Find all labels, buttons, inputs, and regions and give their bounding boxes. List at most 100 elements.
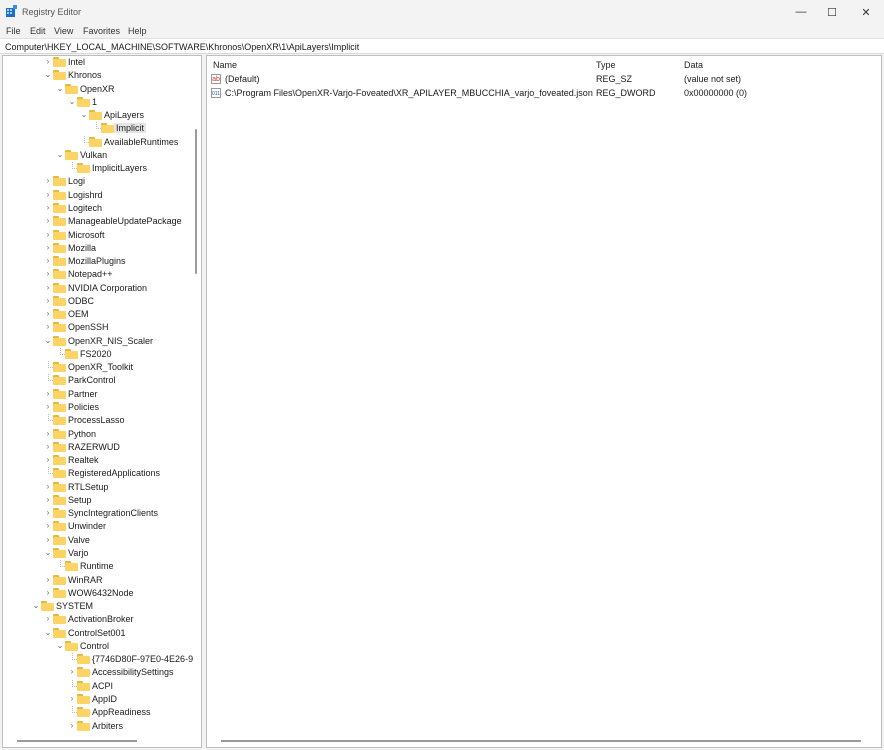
string-value-icon: ab <box>211 74 221 84</box>
maximize-button[interactable]: ☐ <box>817 2 847 22</box>
chevron-right-icon[interactable]: › <box>44 535 52 545</box>
folder-icon <box>77 654 90 665</box>
chevron-right-icon[interactable]: › <box>44 57 52 67</box>
folder-icon <box>53 388 66 399</box>
chevron-right-icon[interactable]: › <box>44 495 52 505</box>
value-name: C:\Program Files\OpenXR-Varjo-Foveated\X… <box>225 88 593 98</box>
chevron-right-icon[interactable]: › <box>44 230 52 240</box>
chevron-right-icon[interactable]: › <box>44 614 52 624</box>
window-title: Registry Editor <box>22 7 82 17</box>
tree-item-label: Mozilla <box>68 242 97 253</box>
chevron-down-icon[interactable]: ⌄ <box>32 601 40 611</box>
folder-icon <box>53 269 66 280</box>
value-row[interactable]: ab (Default) REG_SZ (value not set) <box>211 73 871 86</box>
chevron-down-icon[interactable]: ⌄ <box>56 150 64 160</box>
column-header-type[interactable]: Type <box>596 60 616 70</box>
chevron-right-icon[interactable]: › <box>68 721 76 731</box>
tree-vertical-scrollbar[interactable] <box>195 129 197 274</box>
tree-item-label: Python <box>68 428 97 439</box>
folder-icon <box>53 335 66 346</box>
tree-horizontal-scrollbar[interactable] <box>17 740 137 742</box>
folder-icon <box>41 601 54 612</box>
folder-icon <box>65 348 78 359</box>
chevron-right-icon[interactable]: › <box>44 442 52 452</box>
address-bar[interactable]: Computer\HKEY_LOCAL_MACHINE\SOFTWARE\Khr… <box>0 38 884 54</box>
folder-icon <box>53 176 66 187</box>
tree-item-label: Valve <box>68 534 90 545</box>
chevron-right-icon[interactable]: › <box>44 575 52 585</box>
chevron-right-icon[interactable]: › <box>44 190 52 200</box>
chevron-right-icon[interactable]: › <box>44 508 52 518</box>
chevron-right-icon[interactable]: › <box>68 694 76 704</box>
chevron-right-icon[interactable]: › <box>44 455 52 465</box>
value-row[interactable]: 011 C:\Program Files\OpenXR-Varjo-Foveat… <box>211 87 871 100</box>
tree-item-label: ACPI <box>92 680 114 691</box>
menu-file[interactable]: File <box>6 26 21 36</box>
tree-item-label: Implicit <box>114 123 147 134</box>
folder-icon <box>53 202 66 213</box>
chevron-down-icon[interactable]: ⌄ <box>44 548 52 558</box>
folder-icon <box>65 640 78 651</box>
tree-item-label: AccessibilitySettings <box>92 667 174 678</box>
tree-item-label: OpenXR_Toolkit <box>68 362 134 373</box>
tree-item-label: ParkControl <box>68 375 116 386</box>
tree-item-label: Intel <box>68 57 86 67</box>
chevron-down-icon[interactable]: ⌄ <box>56 84 64 94</box>
binary-value-icon: 011 <box>211 88 221 98</box>
folder-icon <box>65 561 78 572</box>
chevron-right-icon[interactable]: › <box>44 322 52 332</box>
tree-item-label: Varjo <box>68 547 89 558</box>
chevron-right-icon[interactable]: › <box>44 283 52 293</box>
tree-item-label: OpenSSH <box>68 322 109 333</box>
menu-favorites[interactable]: Favorites <box>83 26 120 36</box>
value-data: 0x00000000 (0) <box>684 88 748 98</box>
column-header-data[interactable]: Data <box>684 60 703 70</box>
value-type: REG_DWORD <box>596 88 656 98</box>
tree-item-label: Notepad++ <box>68 269 113 280</box>
chevron-right-icon[interactable]: › <box>44 429 52 439</box>
chevron-right-icon[interactable]: › <box>44 176 52 186</box>
chevron-down-icon[interactable]: ⌄ <box>80 110 88 120</box>
chevron-right-icon[interactable]: › <box>44 269 52 279</box>
chevron-right-icon[interactable]: › <box>44 482 52 492</box>
values-horizontal-scrollbar[interactable] <box>221 740 861 742</box>
tree-item-label: AvailableRuntimes <box>104 136 179 147</box>
chevron-right-icon[interactable]: › <box>44 521 52 531</box>
tree-item-label: 1 <box>92 96 98 107</box>
tree-item-label: ODBC <box>68 295 95 306</box>
menu-view[interactable]: View <box>54 26 73 36</box>
close-button[interactable]: ✕ <box>851 2 881 22</box>
chevron-down-icon[interactable]: ⌄ <box>44 336 52 346</box>
chevron-right-icon[interactable]: › <box>44 216 52 226</box>
key-tree-pane: › Intel ⌄ Khronos ⌄ OpenXR ⌄ 1 ⌄ ApiLayers Implici… <box>2 55 202 748</box>
chevron-down-icon[interactable]: ⌄ <box>44 70 52 80</box>
chevron-right-icon[interactable]: › <box>44 203 52 213</box>
folder-icon <box>53 521 66 532</box>
chevron-down-icon[interactable]: ⌄ <box>68 97 76 107</box>
menu-help[interactable]: Help <box>128 26 147 36</box>
folder-icon <box>53 494 66 505</box>
tree-item-label: MozillaPlugins <box>68 256 126 267</box>
tree-item-label: AppReadiness <box>92 707 151 718</box>
value-data: (value not set) <box>684 74 742 84</box>
chevron-right-icon[interactable]: › <box>44 309 52 319</box>
tree-item-label: Policies <box>68 402 100 413</box>
chevron-right-icon[interactable]: › <box>44 243 52 253</box>
column-header-name[interactable]: Name <box>213 60 237 70</box>
tree-item-label: OpenXR_NIS_Scaler <box>68 335 154 346</box>
chevron-right-icon[interactable]: › <box>44 256 52 266</box>
folder-icon <box>53 295 66 306</box>
folder-icon <box>53 57 66 67</box>
title-bar: Registry Editor — ☐ ✕ <box>0 0 884 24</box>
menu-edit[interactable]: Edit <box>30 26 46 36</box>
minimize-button[interactable]: — <box>786 2 816 22</box>
tree-item-label: ControlSet001 <box>68 627 126 638</box>
chevron-right-icon[interactable]: › <box>44 588 52 598</box>
chevron-right-icon[interactable]: › <box>68 667 76 677</box>
chevron-right-icon[interactable]: › <box>44 296 52 306</box>
chevron-down-icon[interactable]: ⌄ <box>44 628 52 638</box>
tree-item-label: Control <box>80 640 110 651</box>
chevron-down-icon[interactable]: ⌄ <box>56 641 64 651</box>
chevron-right-icon[interactable]: › <box>44 402 52 412</box>
chevron-right-icon[interactable]: › <box>44 389 52 399</box>
